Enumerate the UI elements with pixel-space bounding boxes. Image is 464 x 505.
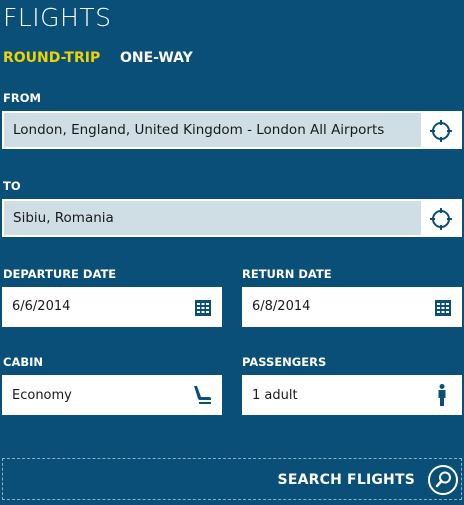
from-input[interactable]: London, England, United Kingdom - London…	[4, 113, 421, 147]
to-field: Sibiu, Romania	[2, 199, 462, 237]
departure-date-label: DEPARTURE DATE	[3, 267, 117, 281]
passenger-person-icon	[437, 384, 447, 410]
tab-one-way[interactable]: ONE-WAY	[120, 50, 193, 66]
cabin-value: Economy	[12, 388, 72, 403]
page-title: FLIGHTS	[3, 3, 112, 32]
cabin-seat-icon	[191, 384, 213, 410]
return-date-label: RETURN DATE	[242, 267, 332, 281]
departure-calendar-icon[interactable]	[195, 300, 211, 320]
return-date-field[interactable]: 6/8/2014	[242, 287, 462, 327]
search-icon	[427, 464, 459, 496]
search-flights-label: SEARCH FLIGHTS	[277, 472, 415, 488]
to-input[interactable]: Sibiu, Romania	[4, 201, 421, 235]
to-crosshair-icon[interactable]	[430, 208, 452, 230]
return-calendar-icon[interactable]	[435, 300, 451, 320]
passengers-select[interactable]: 1 adult	[242, 375, 462, 415]
crosshair-icon	[430, 120, 452, 142]
passengers-value: 1 adult	[252, 388, 298, 403]
cabin-select[interactable]: Economy	[2, 375, 222, 415]
calendar-icon	[195, 300, 211, 316]
crosshair-icon	[430, 208, 452, 230]
from-crosshair-icon[interactable]	[430, 120, 452, 142]
cabin-label: CABIN	[3, 355, 44, 369]
person-icon	[438, 384, 446, 406]
from-field: London, England, United Kingdom - London…	[2, 111, 462, 149]
tab-round-trip[interactable]: ROUND-TRIP	[3, 50, 100, 66]
seat-icon	[194, 386, 211, 404]
to-label: TO	[3, 179, 21, 193]
departure-date-field[interactable]: 6/6/2014	[2, 287, 222, 327]
search-icon-svg	[428, 465, 458, 495]
calendar-icon	[435, 300, 451, 316]
departure-date-value: 6/6/2014	[12, 299, 71, 314]
passengers-label: PASSENGERS	[242, 355, 327, 369]
search-flights-button[interactable]: SEARCH FLIGHTS	[2, 458, 462, 500]
from-label: FROM	[3, 91, 41, 105]
return-date-value: 6/8/2014	[252, 299, 311, 314]
